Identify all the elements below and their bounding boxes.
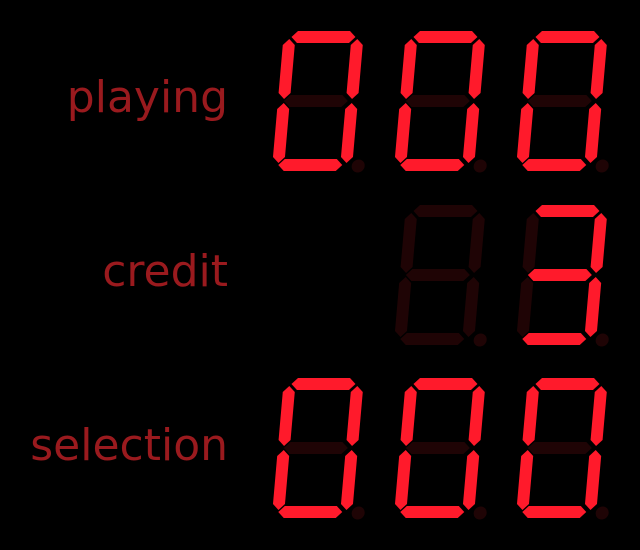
segment-f: [522, 213, 539, 273]
selection-digit-0: [272, 378, 365, 520]
segment-b: [468, 386, 485, 446]
credit-digit-2: [516, 205, 609, 347]
segment-a: [535, 378, 600, 390]
seven-segment-display: [272, 31, 609, 520]
segment-e: [516, 277, 534, 337]
segment-a: [413, 31, 478, 43]
segment-e: [272, 103, 290, 163]
segment-f: [278, 39, 295, 99]
decimal-point: [351, 159, 365, 173]
segment-a: [291, 31, 356, 43]
decimal-point: [595, 159, 609, 173]
segment-f: [400, 386, 417, 446]
playing-digit-1: [394, 31, 487, 173]
segment-g: [405, 442, 470, 454]
segment-f: [522, 386, 539, 446]
segment-c: [462, 277, 480, 337]
segment-d: [522, 506, 587, 518]
segment-a: [535, 31, 600, 43]
segment-b: [346, 386, 363, 446]
segment-b: [590, 39, 607, 99]
segment-a: [413, 205, 478, 217]
playing-digit-2: [516, 31, 609, 173]
selection-digit-2: [516, 378, 609, 520]
segment-a: [413, 378, 478, 390]
segment-e: [394, 103, 412, 163]
segment-d: [400, 333, 465, 345]
segment-b: [590, 213, 607, 273]
segment-d: [522, 333, 587, 345]
segment-c: [584, 103, 602, 163]
decimal-point: [473, 159, 487, 173]
decimal-point: [351, 506, 365, 520]
decimal-point: [595, 506, 609, 520]
segment-e: [394, 277, 412, 337]
segment-a: [535, 205, 600, 217]
credit-digit-1: [394, 205, 487, 347]
segment-c: [584, 450, 602, 510]
segment-e: [516, 103, 534, 163]
segment-g: [405, 95, 470, 107]
segment-a: [291, 378, 356, 390]
segment-d: [522, 159, 587, 171]
segment-e: [516, 450, 534, 510]
segment-b: [468, 39, 485, 99]
segment-e: [272, 450, 290, 510]
decimal-point: [595, 333, 609, 347]
segment-g: [283, 95, 348, 107]
segment-g: [283, 442, 348, 454]
segment-f: [400, 213, 417, 273]
segment-f: [278, 386, 295, 446]
segment-g: [527, 95, 592, 107]
segment-g: [527, 269, 592, 281]
selection-digit-1: [394, 378, 487, 520]
segment-c: [462, 103, 480, 163]
decimal-point: [473, 333, 487, 347]
segment-d: [400, 506, 465, 518]
segment-d: [400, 159, 465, 171]
segment-b: [346, 39, 363, 99]
segment-c: [340, 450, 358, 510]
segment-c: [584, 277, 602, 337]
segment-g: [405, 269, 470, 281]
segment-d: [278, 159, 343, 171]
segment-d: [278, 506, 343, 518]
segment-c: [462, 450, 480, 510]
segment-e: [394, 450, 412, 510]
decimal-point: [473, 506, 487, 520]
playing-digit-0: [272, 31, 365, 173]
segment-f: [400, 39, 417, 99]
segment-g: [527, 442, 592, 454]
segment-b: [590, 386, 607, 446]
segment-c: [340, 103, 358, 163]
segment-b: [468, 213, 485, 273]
segment-f: [522, 39, 539, 99]
